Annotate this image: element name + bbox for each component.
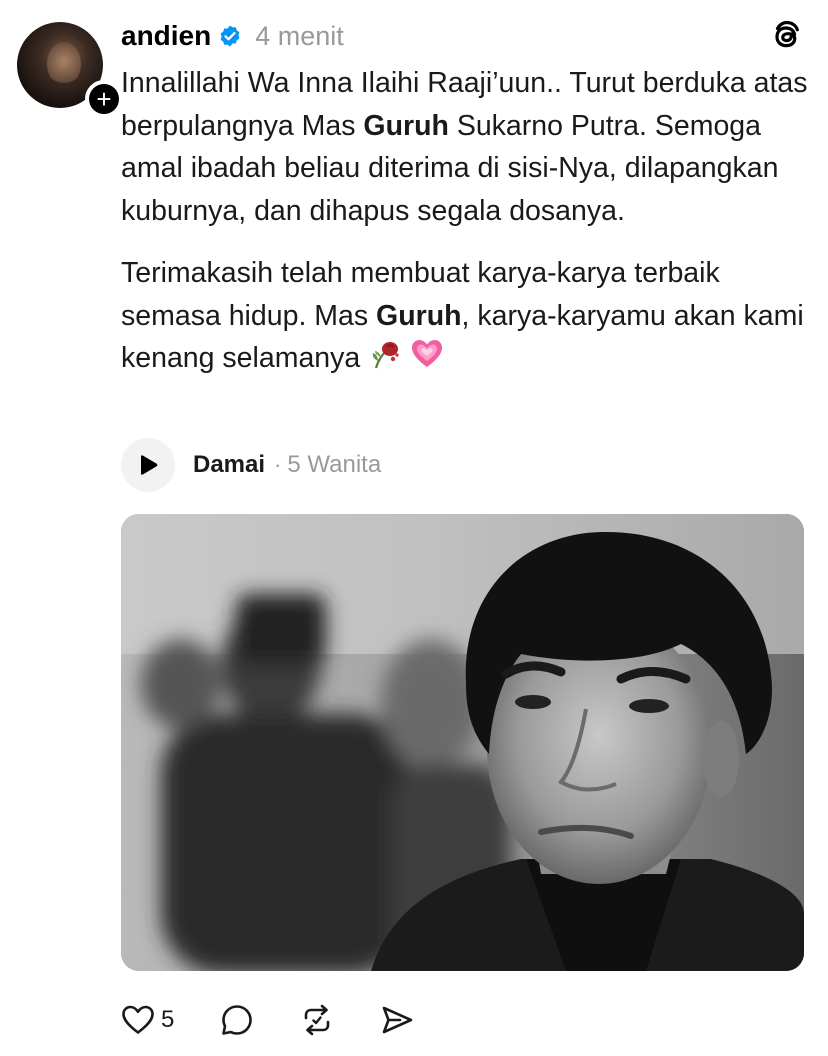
- repost-icon: [305, 1004, 330, 1036]
- like-button[interactable]: 5: [121, 1004, 174, 1036]
- post-paragraph-1: Innalillahi Wa Inna Ilaihi Raaji’uun.. T…: [121, 62, 811, 232]
- post-avatar-wrap[interactable]: +: [17, 22, 123, 118]
- song-artist: 5 Wanita: [287, 451, 382, 478]
- reply-button[interactable]: [220, 1003, 254, 1037]
- share-button[interactable]: [380, 1003, 414, 1037]
- comment-icon: [222, 1005, 253, 1035]
- author-username[interactable]: andien: [121, 20, 211, 52]
- post-header: andien 4 menit: [121, 18, 344, 54]
- threads-logo-icon[interactable]: [768, 18, 804, 54]
- song-title: Damai: [193, 451, 266, 478]
- growing-heart-icon: [412, 340, 443, 367]
- post-text-bold: Guruh: [363, 109, 449, 142]
- post-image[interactable]: [121, 514, 804, 971]
- repost-button[interactable]: [300, 1003, 334, 1037]
- follow-plus-icon: +: [96, 84, 112, 114]
- song-separator: ·: [274, 452, 282, 477]
- verified-badge-icon: [220, 25, 240, 47]
- portrait-photo: [121, 514, 804, 971]
- play-icon: [141, 455, 158, 475]
- music-attachment[interactable]: Damai · 5 Wanita: [121, 437, 381, 493]
- post-paragraph-2: Terimakasih telah membuat karya-karya te…: [121, 252, 811, 380]
- share-icon: [383, 1006, 413, 1034]
- post-actions: 5: [121, 998, 414, 1042]
- post-timestamp: 4 menit: [255, 20, 344, 51]
- post-body: Innalillahi Wa Inna Ilaihi Raaji’uun.. T…: [121, 62, 811, 380]
- wilted-rose-icon: [372, 342, 399, 369]
- play-button[interactable]: [121, 438, 175, 492]
- follow-button[interactable]: +: [85, 80, 123, 118]
- heart-icon: [122, 1005, 154, 1034]
- like-count: 5: [161, 1006, 175, 1033]
- post-text-bold: Guruh: [376, 299, 462, 332]
